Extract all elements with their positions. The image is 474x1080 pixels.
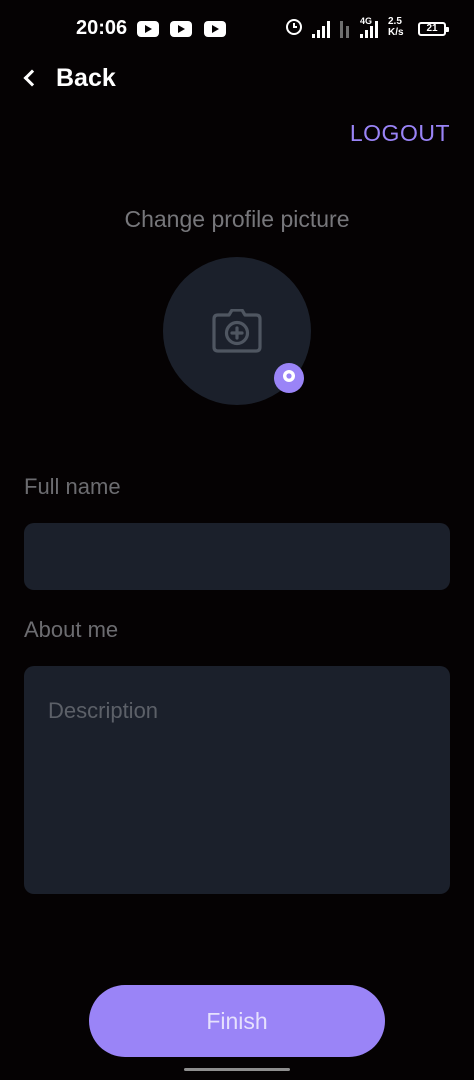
- status-time: 20:06: [76, 17, 128, 39]
- full-name-input[interactable]: [24, 523, 450, 590]
- logout-button[interactable]: LOGOUT: [350, 120, 450, 147]
- network-speed-value: 2.5: [388, 16, 402, 27]
- edit-profile-screen: 20:06 4G 2.5 K/s 21 Back LOGOUT Change p…: [0, 0, 474, 1080]
- camera-icon: [212, 308, 262, 358]
- youtube-icon: [170, 21, 192, 37]
- about-me-label: About me: [24, 617, 119, 642]
- network-speed: 2.5 K/s: [388, 16, 404, 38]
- change-profile-picture-label: Change profile picture: [124, 206, 350, 232]
- data-arrows-icon: [340, 20, 354, 38]
- finish-button[interactable]: Finish: [89, 985, 385, 1057]
- network-speed-unit: K/s: [388, 27, 404, 38]
- youtube-icon: [137, 21, 159, 37]
- edit-photo-button[interactable]: [274, 363, 304, 393]
- about-me-textarea[interactable]: [24, 666, 450, 894]
- camera-small-icon: [282, 369, 296, 388]
- youtube-icon: [204, 21, 226, 37]
- chevron-left-icon: [23, 69, 41, 87]
- battery-icon: 21: [418, 22, 449, 36]
- full-name-label: Full name: [24, 474, 121, 499]
- alarm-icon: [286, 19, 302, 35]
- signal-icon: [312, 20, 334, 38]
- network-type: 4G: [360, 16, 373, 26]
- status-bar: 20:06 4G 2.5 K/s 21: [0, 0, 474, 58]
- battery-level: 21: [426, 23, 438, 34]
- back-button[interactable]: Back: [18, 60, 116, 96]
- home-indicator[interactable]: [184, 1068, 290, 1071]
- back-label: Back: [56, 63, 116, 92]
